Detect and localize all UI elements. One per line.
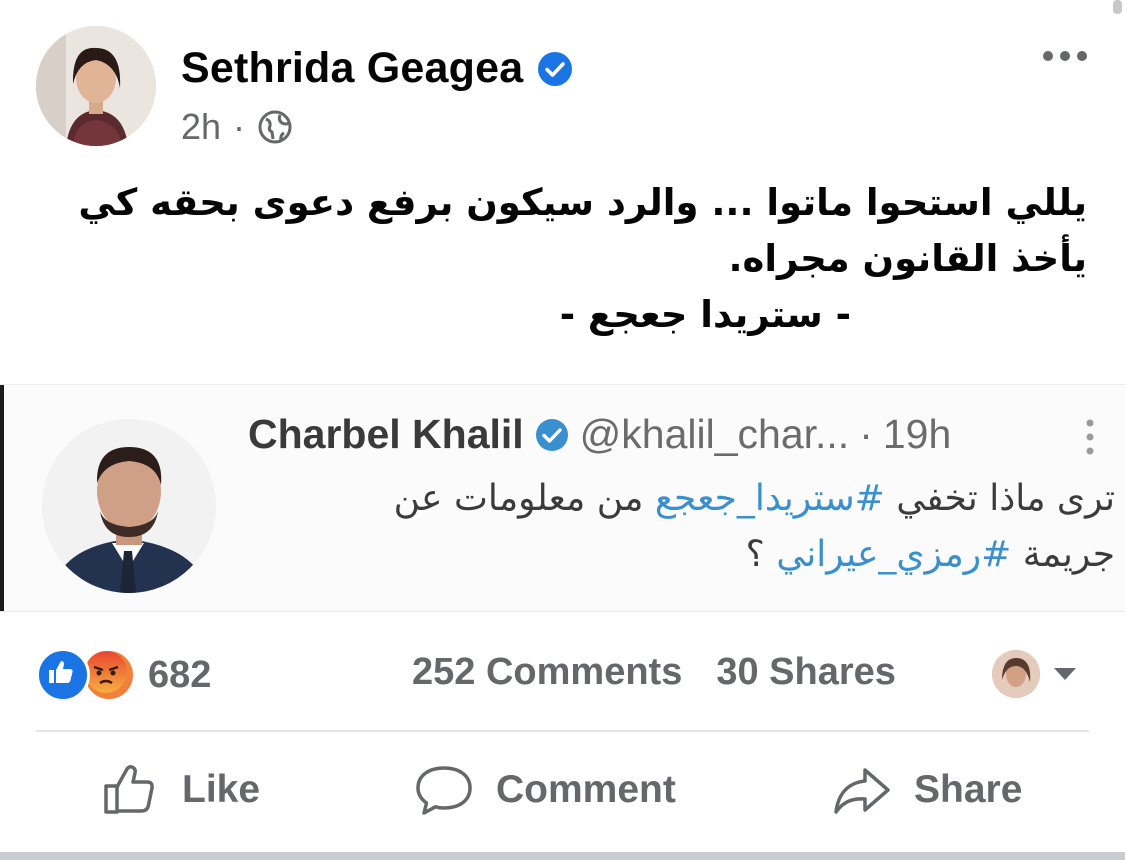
quote-bar (0, 385, 4, 611)
author-avatar[interactable] (36, 26, 156, 146)
feed-separator (0, 852, 1125, 860)
scrollbar[interactable] (1113, 0, 1122, 14)
comment-button[interactable]: Comment (414, 760, 676, 820)
tweet-time: 19h (882, 411, 952, 457)
divider (36, 730, 1089, 732)
post-text-line: يأخذ القانون مجراه. (728, 237, 1087, 280)
post-timestamp[interactable]: 2h (181, 106, 221, 148)
tweet-header: Charbel Khalil @khalil_char... · 19h (248, 411, 951, 458)
angry-reaction-icon (82, 648, 136, 702)
comment-label: Comment (496, 768, 676, 811)
author-name[interactable]: Sethrida Geagea (181, 44, 523, 93)
tweet-more-icon (1086, 419, 1094, 455)
hashtag: #ستريدا_جعجع (654, 478, 885, 519)
comment-icon (416, 766, 472, 815)
like-reaction-icon (36, 648, 90, 702)
tweet-text: ترى ماذا تخفي #ستريدا_جعجع من معلومات عن… (265, 471, 1115, 583)
like-button[interactable]: Like (100, 760, 260, 820)
tweet-verified-icon (535, 418, 568, 451)
share-button[interactable]: Share (832, 760, 1022, 820)
post-text-line: يللي استحوا ماتوا ... والرد سيكون برفع د… (78, 181, 1087, 224)
tweet-handle: @khalil_char... (579, 411, 850, 457)
viewer-avatar[interactable] (992, 650, 1040, 698)
tweet-text-line: جريمة #رمزي_عيراني ؟ (265, 527, 1115, 583)
globe-icon[interactable] (257, 109, 293, 145)
more-options-icon[interactable] (1040, 44, 1090, 68)
post-text: يللي استحوا ماتوا ... والرد سيكون برفع د… (77, 175, 1087, 343)
post-signature: - ستريدا جعجع - (559, 293, 851, 336)
share-label: Share (914, 768, 1023, 811)
like-label: Like (182, 768, 261, 811)
tweet-text-segment: ؟ (745, 534, 777, 575)
post-meta: 2h · (181, 106, 293, 148)
tweet-text-segment: ترى ماذا تخفي (884, 478, 1115, 519)
tweet-text-segment: من معلومات عن (393, 478, 655, 519)
shares-count[interactable]: 30 Shares (716, 651, 896, 694)
tweet-text-segment: جريمة (1011, 534, 1115, 575)
meta-separator: · (233, 106, 246, 147)
reactions-count[interactable]: 682 (148, 654, 211, 697)
post-author[interactable]: Sethrida Geagea (181, 44, 573, 93)
hashtag: #رمزي_عيراني (776, 534, 1012, 575)
thumbs-up-icon (104, 765, 154, 814)
tweet-text-line: ترى ماذا تخفي #ستريدا_جعجع من معلومات عن (265, 471, 1115, 527)
verified-badge-icon (538, 51, 573, 86)
chevron-down-icon[interactable] (1052, 666, 1078, 682)
tweet-author-avatar (42, 419, 216, 593)
tweet-separator: · (859, 411, 873, 457)
comments-count[interactable]: 252 Comments (412, 651, 682, 694)
share-icon (834, 768, 890, 814)
tweet-author-name: Charbel Khalil (248, 411, 524, 457)
engagement-counts: 252 Comments 30 Shares (412, 651, 896, 694)
reactions-summary[interactable]: 682 (36, 648, 211, 702)
embedded-tweet-image[interactable]: Charbel Khalil @khalil_char... · 19h ترى… (0, 384, 1125, 612)
